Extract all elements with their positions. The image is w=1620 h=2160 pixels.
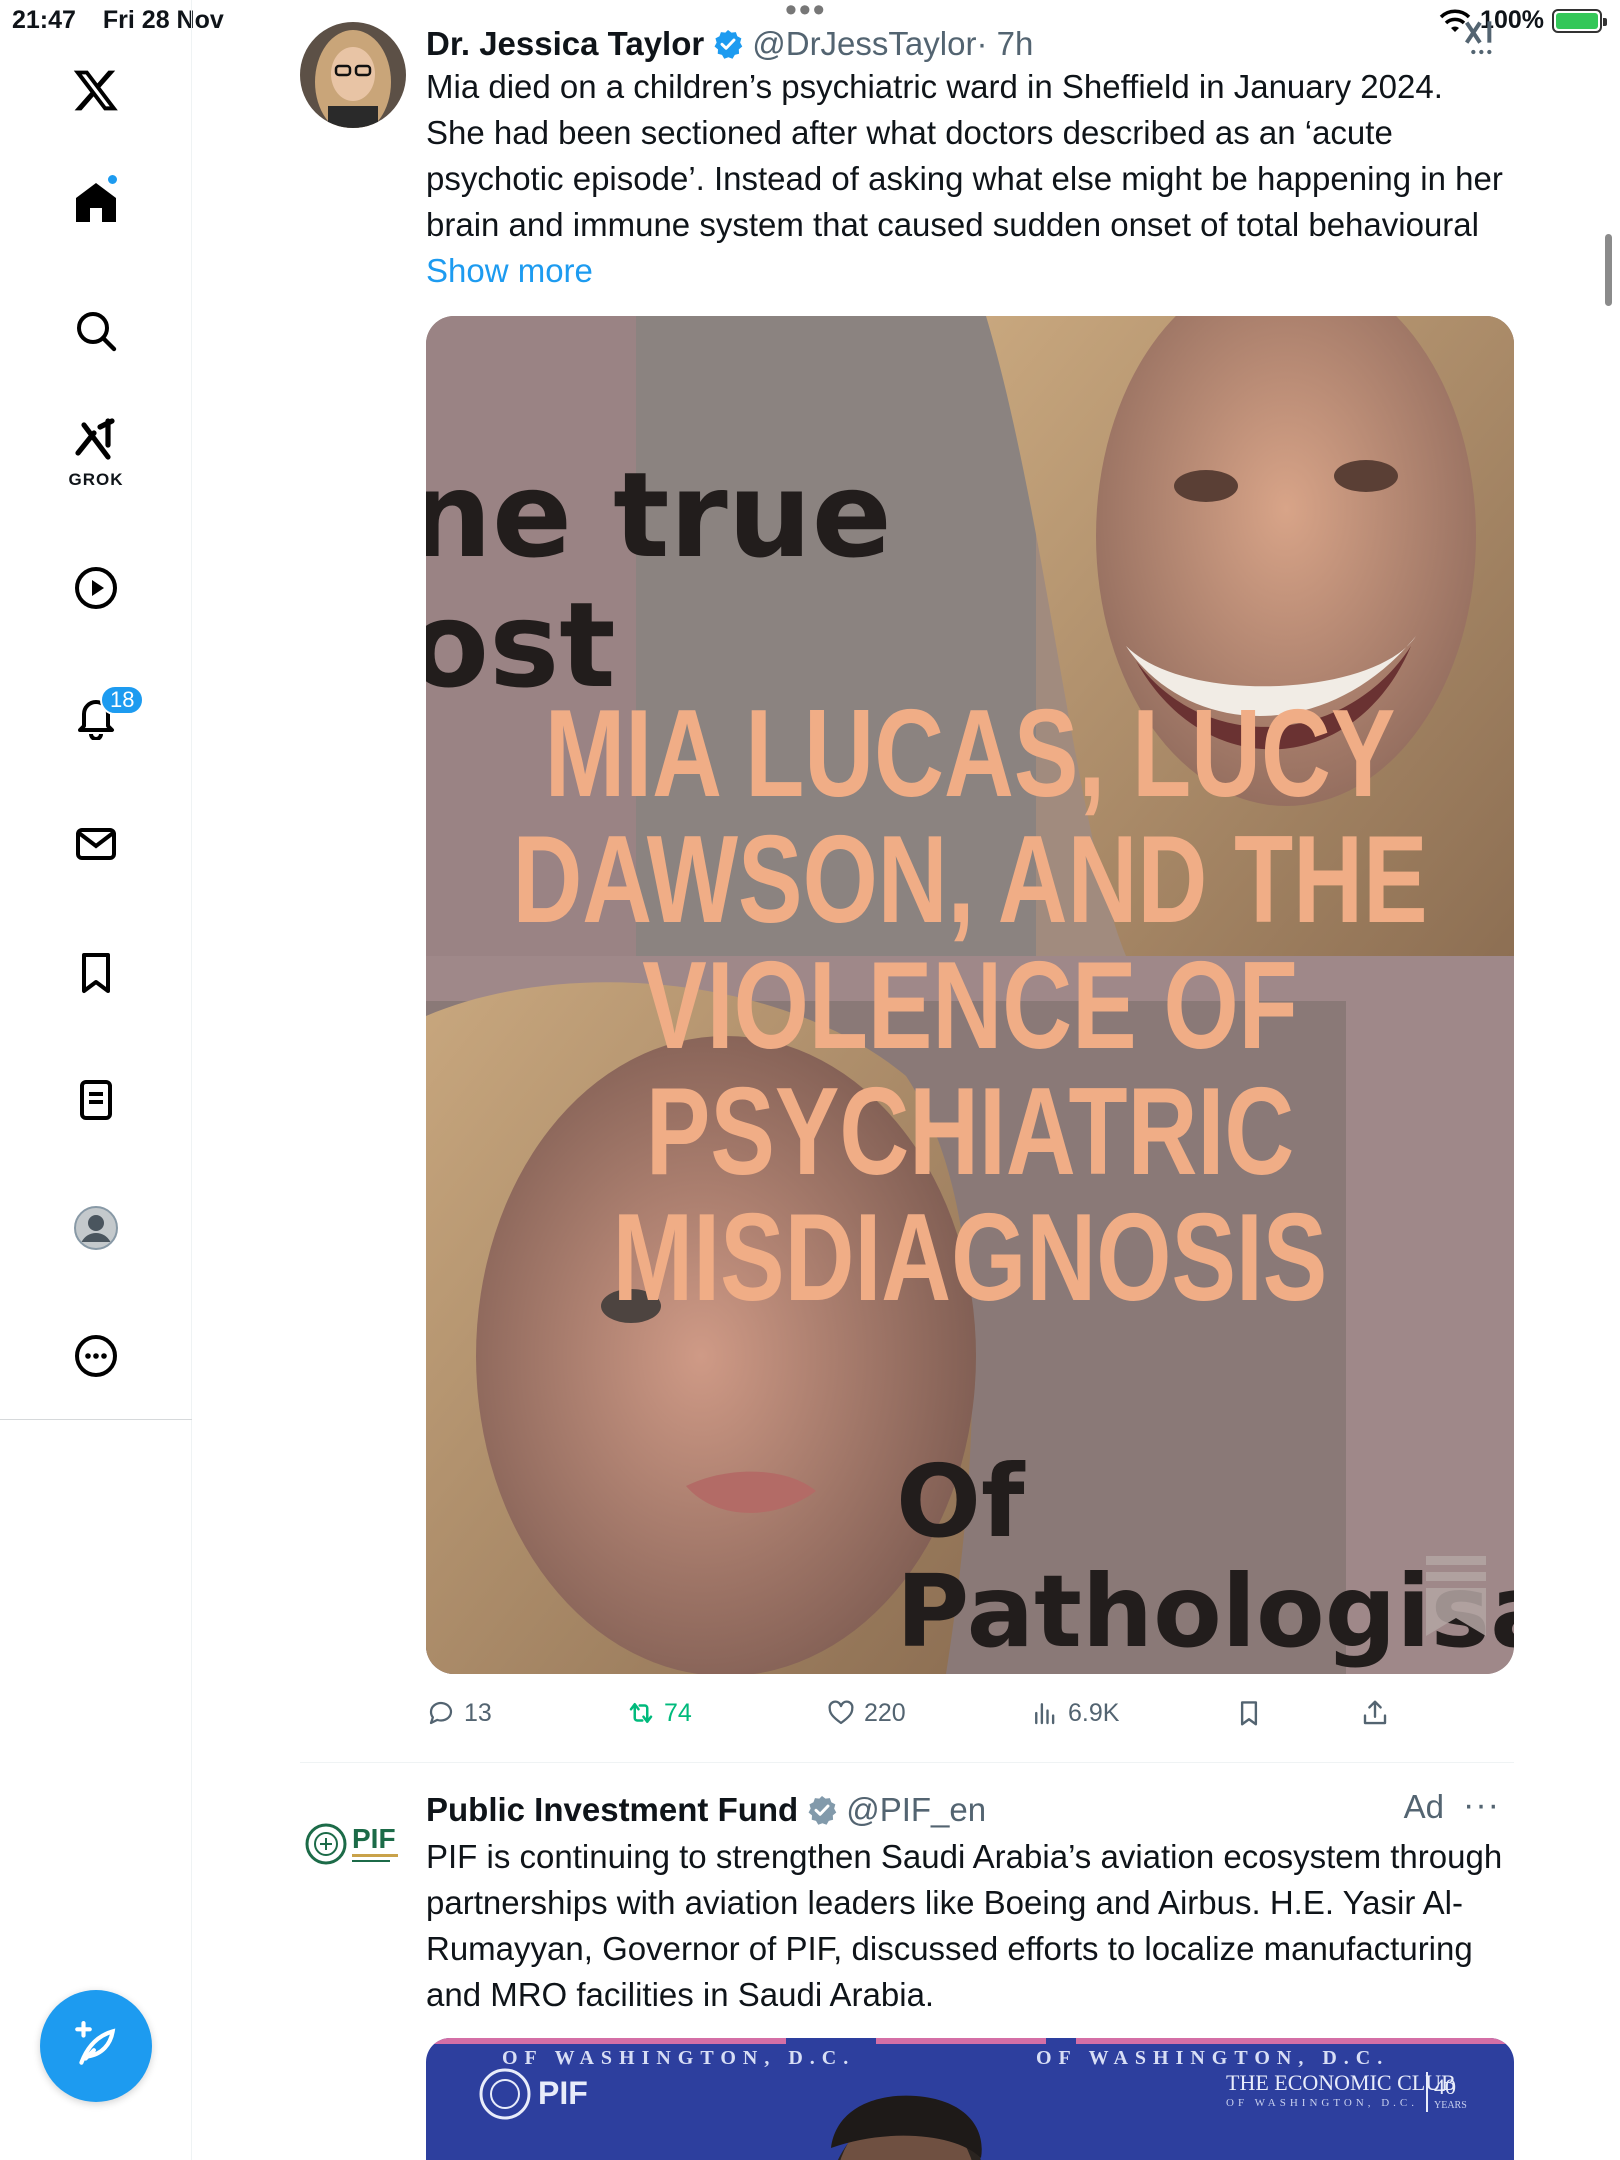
like-button[interactable]: 220	[826, 1698, 906, 1728]
tweet-actions: 13 74 220 6.9K	[426, 1698, 1514, 1742]
pif-avatar[interactable]: PIF	[300, 1812, 406, 1876]
bookmark-icon	[1240, 1701, 1258, 1726]
advertiser-name[interactable]: Public Investment Fund	[426, 1791, 798, 1829]
headline-line-4: PSYCHIATRIC	[646, 1061, 1294, 1200]
battery-icon	[1552, 8, 1607, 33]
notification-count-badge: 18	[100, 685, 145, 715]
article-cover-image: ne true ost Of Pathologisat MIA LUCAS, L…	[426, 316, 1514, 1674]
author-handle[interactable]: @DrJessTaylor	[752, 25, 976, 63]
years-number: 40	[1434, 2074, 1456, 2099]
search-icon[interactable]	[56, 291, 136, 371]
ad-text: PIF is continuing to strengthen Saudi Ar…	[426, 1838, 1503, 2013]
tweet-more-icon[interactable]	[1460, 21, 1500, 65]
multitasking-dots-icon[interactable]: •••	[785, 0, 827, 27]
profile-avatar-icon[interactable]	[56, 1188, 136, 1268]
sidebar: GROK 18	[0, 0, 192, 2160]
grok-label: GROK	[68, 470, 124, 489]
share-button[interactable]	[1360, 1698, 1390, 1728]
reply-button[interactable]: 13	[426, 1698, 492, 1728]
headline-line-3: VIOLENCE OF	[642, 935, 1298, 1074]
share-icon	[1363, 1700, 1387, 1725]
video-play-icon[interactable]	[56, 548, 136, 628]
tweet-media-image[interactable]: ne true ost Of Pathologisat MIA LUCAS, L…	[426, 316, 1514, 1674]
author-avatar[interactable]	[300, 22, 406, 128]
bookmark-button[interactable]	[1234, 1698, 1264, 1728]
views-chart-icon	[1035, 1703, 1055, 1725]
tweet-time[interactable]: · 7h	[976, 25, 1033, 63]
headline-line-1: MIA LUCAS, LUCY	[545, 683, 1396, 822]
years-label: YEARS	[1434, 2100, 1467, 2111]
pif-avatar-text: PIF	[352, 1823, 396, 1854]
economic-club-image: OF WASHINGTON, D.C. OF WASHINGTON, D.C. …	[426, 2038, 1514, 2160]
tweet-header: Dr. Jessica Taylor @DrJessTaylor · 7h	[426, 22, 1514, 66]
view-count: 6.9K	[1068, 1698, 1120, 1727]
tweet-text-content: Mia died on a children’s psychiatric war…	[426, 68, 1503, 243]
promoted-tweet[interactable]: PIF Public Investment Fund @PIF_en Ad ··…	[300, 1786, 1514, 2160]
x-logo-icon[interactable]	[56, 50, 136, 130]
tweet-separator	[300, 1762, 1514, 1763]
advertiser-handle[interactable]: @PIF_en	[846, 1791, 986, 1829]
lists-icon[interactable]	[56, 1060, 136, 1140]
econ-club-sub: OF WASHINGTON, D.C.	[1226, 2097, 1418, 2109]
repost-button[interactable]: 74	[626, 1698, 692, 1728]
headline-line-5: MISDIAGNOSIS	[613, 1187, 1328, 1326]
pif-logo-text: PIF	[538, 2075, 588, 2111]
messages-envelope-icon[interactable]	[56, 804, 136, 884]
repost-icon	[629, 1703, 653, 1723]
scrollbar[interactable]	[1605, 234, 1612, 306]
compose-feather-icon	[75, 2021, 116, 2065]
grok-icon[interactable]: GROK	[56, 410, 136, 490]
like-count: 220	[864, 1698, 906, 1727]
verified-org-badge-icon	[808, 1796, 837, 1825]
bg-text-3: Of	[896, 1443, 1026, 1560]
sidebar-divider	[0, 1419, 192, 1420]
more-options-icon[interactable]	[56, 1316, 136, 1396]
banner-right-text: OF WASHINGTON, D.C.	[1036, 2047, 1389, 2069]
home-icon[interactable]	[56, 162, 136, 242]
home-unread-dot	[106, 173, 119, 186]
author-name[interactable]: Dr. Jessica Taylor	[426, 25, 704, 63]
bookmark-icon[interactable]	[56, 933, 136, 1013]
headline-line-2: DAWSON, AND THE	[512, 809, 1427, 948]
econ-club-text: THE ECONOMIC CLUB	[1226, 2070, 1456, 2095]
tweet[interactable]: Dr. Jessica Taylor @DrJessTaylor · 7h Mi…	[300, 21, 1514, 1762]
views-button[interactable]: 6.9K	[1030, 1698, 1119, 1728]
bg-text-1: ne true	[426, 446, 892, 584]
bg-text-4: Pathologisat	[896, 1553, 1514, 1670]
ad-media-image[interactable]: OF WASHINGTON, D.C. OF WASHINGTON, D.C. …	[426, 2038, 1514, 2160]
heart-icon	[828, 1700, 854, 1725]
banner-left-text: OF WASHINGTON, D.C.	[502, 2047, 855, 2069]
reply-icon	[429, 1701, 453, 1725]
reply-count: 13	[464, 1698, 492, 1727]
compose-post-button[interactable]	[40, 1990, 152, 2102]
repost-count: 74	[664, 1698, 692, 1727]
tweet-header: Public Investment Fund @PIF_en	[426, 1788, 1514, 1832]
verified-badge-icon	[714, 30, 743, 59]
tweet-more-icon[interactable]: ···	[1463, 1786, 1500, 1825]
tweet-text: Mia died on a children’s psychiatric war…	[426, 64, 1506, 294]
ad-label: Ad	[1403, 1788, 1444, 1825]
show-more-link[interactable]: Show more	[426, 252, 593, 289]
